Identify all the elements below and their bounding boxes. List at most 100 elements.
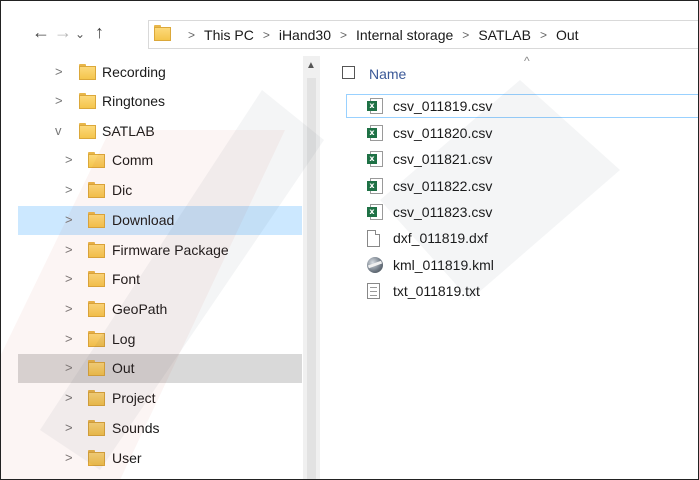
chevron-right-icon[interactable]: > — [65, 301, 73, 316]
chevron-right-icon[interactable]: > — [65, 390, 73, 405]
breadcrumb-separator[interactable]: > — [540, 28, 547, 42]
tree-item-log[interactable]: > Log — [18, 325, 302, 354]
chevron-right-icon[interactable]: > — [65, 152, 73, 167]
chevron-right-icon[interactable]: > — [65, 420, 73, 435]
tree-item-label: Download — [112, 212, 175, 228]
file-row-txt-011819[interactable]: txt_011819.txt — [346, 279, 699, 303]
file-name: dxf_011819.dxf — [393, 230, 488, 246]
folder-icon — [88, 450, 105, 469]
breadcrumb-item[interactable]: SATLAB — [478, 27, 531, 43]
tree-item-satlab[interactable]: v SATLAB — [18, 117, 302, 146]
chevron-right-icon[interactable]: > — [65, 360, 73, 375]
tree-item-font[interactable]: > Font — [18, 265, 302, 294]
folder-icon — [154, 25, 171, 44]
file-row-kml-011819[interactable]: kml_011819.kml — [346, 253, 699, 277]
chevron-right-icon[interactable]: > — [65, 331, 73, 346]
tree-item-label: Project — [112, 390, 156, 406]
tree-item-label: Sounds — [112, 420, 160, 436]
tree-item-label: Log — [112, 331, 136, 347]
excel-csv-icon: x — [367, 125, 383, 144]
file-row-dxf-011819[interactable]: dxf_011819.dxf — [346, 226, 699, 250]
chevron-right-icon[interactable]: > — [65, 212, 73, 227]
address-bar[interactable]: > This PC > iHand30 > Internal storage >… — [148, 20, 699, 49]
file-name: kml_011819.kml — [393, 257, 494, 273]
nav-pane-scrollbar[interactable]: ▲ — [303, 56, 320, 480]
tree-item-user[interactable]: > User — [18, 444, 302, 473]
chevron-right-icon[interactable]: > — [65, 271, 73, 286]
folder-icon — [88, 212, 105, 231]
navigation-pane: > Recording > Ringtones v SATLAB > Comm … — [0, 56, 303, 480]
text-file-icon — [367, 283, 380, 302]
breadcrumb-item[interactable]: Internal storage — [356, 27, 453, 43]
folder-icon — [88, 301, 105, 320]
file-row-csv-011822[interactable]: x csv_011822.csv — [346, 174, 699, 198]
file-name: csv_011822.csv — [393, 178, 493, 194]
chevron-down-icon[interactable]: v — [55, 123, 62, 138]
tree-item-firmware-package[interactable]: > Firmware Package — [18, 236, 302, 265]
tree-item-out[interactable]: > Out — [18, 354, 302, 383]
breadcrumb-item[interactable]: iHand30 — [279, 27, 331, 43]
breadcrumb-separator[interactable]: > — [462, 28, 469, 42]
tree-item-label: Dic — [112, 182, 133, 198]
chevron-right-icon[interactable]: > — [65, 242, 73, 257]
folder-icon — [88, 360, 105, 379]
tree-item-label: Out — [112, 360, 135, 376]
column-header: Name ^ — [320, 54, 699, 90]
chevron-right-icon[interactable]: > — [55, 64, 63, 79]
back-arrow-icon[interactable]: ← — [32, 22, 50, 42]
recent-locations-chevron-icon[interactable]: ⌄ — [75, 24, 85, 44]
folder-icon — [88, 182, 105, 201]
file-row-csv-011819[interactable]: x csv_011819.csv — [346, 94, 699, 118]
folder-icon — [88, 390, 105, 409]
breadcrumb: > This PC > iHand30 > Internal storage >… — [179, 27, 579, 43]
breadcrumb-separator[interactable]: > — [263, 28, 270, 42]
tree-item-label: Recording — [102, 64, 166, 80]
excel-csv-icon: x — [367, 178, 383, 197]
scroll-up-arrow-icon[interactable]: ▲ — [306, 60, 316, 71]
tree-item-label: Comm — [112, 152, 154, 168]
chevron-right-icon[interactable]: > — [65, 182, 73, 197]
file-row-csv-011820[interactable]: x csv_011820.csv — [346, 121, 699, 145]
navigation-bar: ← → ⌄ ↑ > This PC > iHand30 > Internal s… — [0, 0, 699, 54]
file-name: csv_011821.csv — [393, 151, 493, 167]
folder-icon — [88, 152, 105, 171]
select-all-checkbox[interactable] — [342, 66, 355, 79]
tree-item-label: Font — [112, 271, 141, 287]
chevron-right-icon[interactable]: > — [55, 93, 63, 108]
file-name: csv_011823.csv — [393, 204, 493, 220]
folder-icon — [88, 242, 105, 261]
chevron-right-icon[interactable]: > — [65, 450, 73, 465]
sort-ascending-chevron-icon: ^ — [524, 54, 530, 68]
tree-item-comm[interactable]: > Comm — [18, 146, 302, 175]
tree-item-dic[interactable]: > Dic — [18, 176, 302, 205]
tree-item-recording[interactable]: > Recording — [18, 58, 302, 87]
tree-item-label: Ringtones — [102, 93, 166, 109]
up-arrow-icon[interactable]: ↑ — [95, 22, 104, 42]
tree-item-label: SATLAB — [102, 123, 155, 139]
tree-item-label: User — [112, 450, 142, 466]
blank-file-icon — [367, 230, 380, 250]
tree-item-ringtones[interactable]: > Ringtones — [18, 87, 302, 116]
folder-icon — [88, 271, 105, 290]
file-name: csv_011819.csv — [393, 98, 493, 114]
scrollbar-thumb[interactable] — [307, 78, 316, 480]
breadcrumb-item[interactable]: This PC — [204, 27, 254, 43]
tree-item-download[interactable]: > Download — [18, 206, 302, 235]
name-column-header[interactable]: Name — [369, 66, 406, 82]
globe-kml-icon — [367, 257, 383, 276]
tree-item-project[interactable]: > Project — [18, 384, 302, 413]
tree-item-label: Firmware Package — [112, 242, 229, 258]
tree-item-label: GeoPath — [112, 301, 168, 317]
excel-csv-icon: x — [367, 98, 383, 117]
breadcrumb-separator[interactable]: > — [340, 28, 347, 42]
tree-item-geopath[interactable]: > GeoPath — [18, 295, 302, 324]
breadcrumb-item[interactable]: Out — [556, 27, 579, 43]
file-row-csv-011821[interactable]: x csv_011821.csv — [346, 147, 699, 171]
excel-csv-icon: x — [367, 204, 383, 223]
tree-item-sounds[interactable]: > Sounds — [18, 414, 302, 443]
folder-icon — [88, 331, 105, 350]
file-row-csv-011823[interactable]: x csv_011823.csv — [346, 200, 699, 224]
file-name: txt_011819.txt — [393, 283, 480, 299]
forward-arrow-icon[interactable]: → — [54, 22, 72, 42]
file-name: csv_011820.csv — [393, 125, 493, 141]
